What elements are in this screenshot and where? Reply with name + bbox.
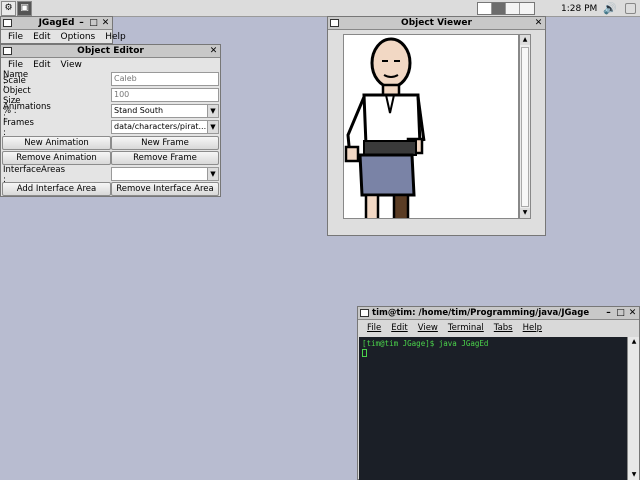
remove-frame-button[interactable]: Remove Frame (111, 151, 219, 165)
menu-file[interactable]: File (3, 32, 28, 42)
interface-areas-select[interactable]: ▼ (111, 167, 219, 181)
window-menu-icon[interactable] (3, 47, 12, 55)
window-menu-icon[interactable] (360, 309, 369, 317)
menu-edit[interactable]: Edit (28, 32, 55, 42)
close-icon[interactable]: ✕ (628, 308, 637, 319)
chevron-down-icon[interactable]: ▼ (207, 121, 218, 133)
menu-file[interactable]: File (362, 323, 386, 333)
top-panel: ⚙ ▣ 1:28 PM 🔊 (0, 0, 640, 17)
minimize-icon[interactable]: – (77, 18, 86, 29)
menu-edit[interactable]: Edit (28, 60, 55, 70)
animations-select[interactable]: Stand South ▼ (111, 104, 219, 118)
workspace-3[interactable] (506, 3, 521, 14)
speaker-icon[interactable]: 🔊 (603, 2, 617, 15)
scale-field[interactable]: 100 (111, 88, 219, 102)
maximize-icon[interactable]: □ (616, 308, 625, 319)
close-icon[interactable]: ✕ (209, 46, 218, 57)
workspace-switcher[interactable] (477, 2, 536, 15)
terminal-scrollbar[interactable]: ▲ ▼ (627, 337, 639, 480)
frames-select[interactable]: data/characters/pirat... ▼ (111, 120, 219, 134)
close-icon[interactable]: ✕ (101, 18, 110, 29)
workspace-1[interactable] (478, 3, 493, 14)
object-editor-menubar: File Edit View (1, 58, 220, 71)
maximize-icon[interactable]: □ (89, 18, 98, 29)
menu-options[interactable]: Options (56, 32, 101, 42)
menu-terminal[interactable]: Terminal (443, 323, 489, 333)
remove-animation-button[interactable]: Remove Animation (2, 151, 111, 165)
frames-value: data/characters/pirat... (114, 122, 207, 131)
object-editor-window: Object Editor ✕ File Edit View Name : Ca… (0, 44, 221, 197)
chevron-down-icon[interactable]: ▼ (207, 168, 218, 180)
terminal-prompt-line: [tim@tim JGage]$ java JGagEd (362, 339, 489, 348)
new-frame-button[interactable]: New Frame (111, 136, 219, 150)
scroll-up-icon[interactable]: ▲ (520, 35, 530, 45)
menu-help[interactable]: Help (518, 323, 547, 333)
scroll-down-icon[interactable]: ▼ (629, 470, 639, 480)
character-sprite (344, 37, 426, 218)
terminal-launcher-icon[interactable]: ▣ (17, 0, 32, 16)
viewer-vertical-scrollbar[interactable]: ▲ ▼ (519, 34, 531, 219)
object-viewer-titlebar[interactable]: Object Viewer ✕ (328, 17, 545, 30)
remove-interface-area-button[interactable]: Remove Interface Area (111, 182, 219, 196)
add-interface-area-button[interactable]: Add Interface Area (2, 182, 111, 196)
terminal-window: tim@tim: /home/tim/Programming/java/JGag… (357, 306, 640, 480)
jgaged-titlebar[interactable]: JGagEd – □ ✕ (1, 17, 112, 30)
name-field[interactable]: Caleb (111, 72, 219, 86)
close-icon[interactable]: ✕ (534, 18, 543, 29)
workspace-2[interactable] (492, 3, 507, 14)
jgaged-menubar: File Edit Options Help (1, 30, 126, 43)
menu-view[interactable]: View (56, 60, 87, 70)
menu-file[interactable]: File (3, 60, 28, 70)
scroll-thumb[interactable] (521, 47, 529, 207)
jgaged-title: JGagEd (38, 18, 75, 28)
animations-value: Stand South (114, 106, 164, 115)
terminal-title: tim@tim: /home/tim/Programming/java/JGag… (372, 308, 590, 318)
object-editor-title: Object Editor (77, 46, 144, 56)
jgaged-window: JGagEd – □ ✕ File Edit Options Help (0, 16, 126, 44)
chevron-down-icon[interactable]: ▼ (207, 105, 218, 117)
new-animation-button[interactable]: New Animation (2, 136, 111, 150)
window-menu-icon[interactable] (330, 19, 339, 27)
scroll-up-icon[interactable]: ▲ (629, 337, 639, 347)
scroll-down-icon[interactable]: ▼ (520, 208, 530, 218)
object-viewer-title: Object Viewer (401, 18, 472, 28)
object-viewer-window: Object Viewer ✕ ▲ ▼ (327, 16, 546, 236)
menu-edit[interactable]: Edit (386, 323, 412, 333)
menu-help[interactable]: Help (100, 32, 131, 42)
terminal-cursor (362, 349, 367, 357)
clock[interactable]: 1:28 PM (561, 4, 597, 14)
workspace-4[interactable] (520, 3, 535, 14)
power-icon[interactable] (625, 3, 636, 14)
terminal-menubar: File Edit View Terminal Tabs Help (358, 320, 639, 335)
object-preview-canvas[interactable] (343, 34, 519, 219)
object-editor-titlebar[interactable]: Object Editor ✕ (1, 45, 220, 58)
menu-view[interactable]: View (413, 323, 443, 333)
app-menu-icon[interactable]: ⚙ (1, 0, 16, 16)
terminal-titlebar[interactable]: tim@tim: /home/tim/Programming/java/JGag… (358, 307, 639, 320)
frames-label: Frames : (3, 117, 34, 138)
menu-tabs[interactable]: Tabs (489, 323, 518, 333)
window-menu-icon[interactable] (3, 19, 12, 27)
minimize-icon[interactable]: – (604, 308, 613, 319)
terminal-screen[interactable]: [tim@tim JGage]$ java JGagEd (359, 337, 627, 480)
